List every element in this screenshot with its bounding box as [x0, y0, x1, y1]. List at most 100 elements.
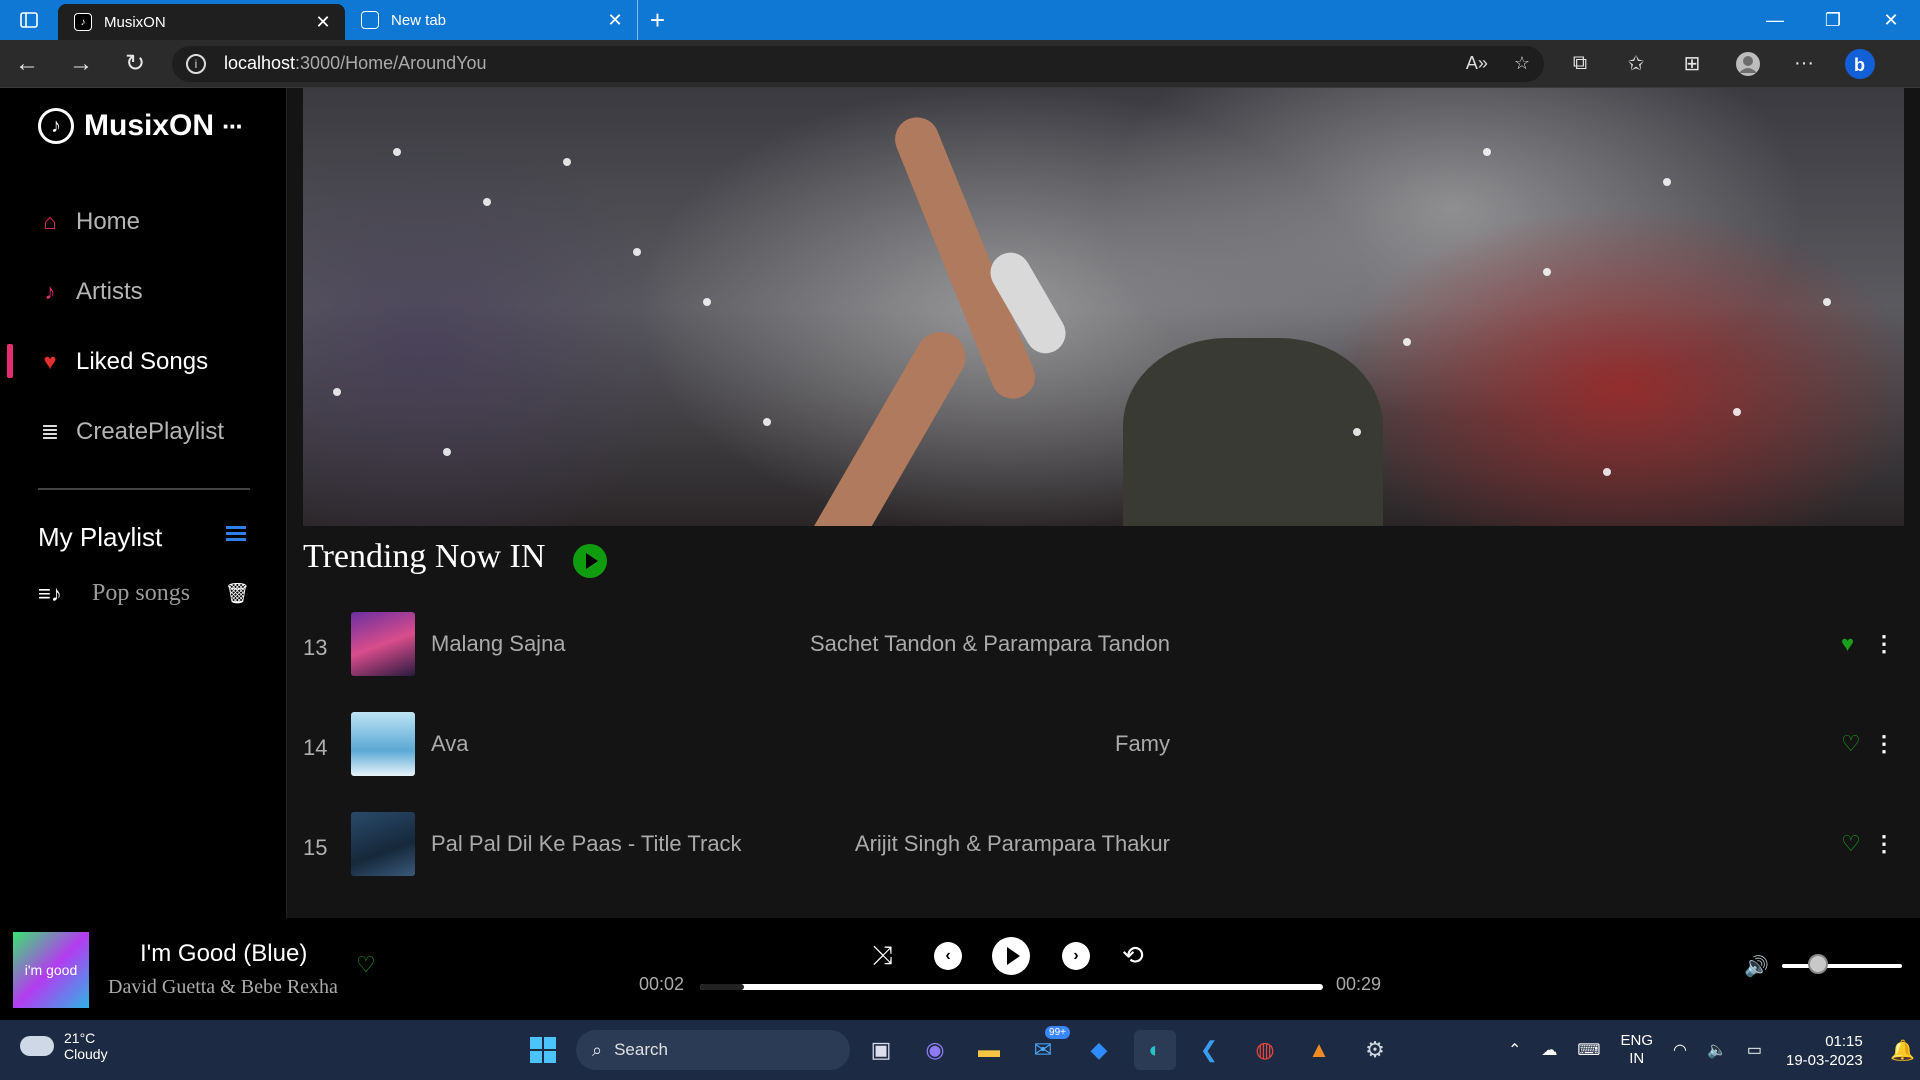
- clock-time: 01:15: [1825, 1033, 1863, 1050]
- progress-fill: [700, 984, 744, 990]
- next-icon[interactable]: ›: [1062, 942, 1090, 970]
- sidebar-divider: [38, 488, 250, 490]
- forward-icon[interactable]: →: [54, 40, 108, 88]
- lang-bottom: IN: [1629, 1050, 1645, 1067]
- song-row[interactable]: 15 Pal Pal Dil Ke Paas - Title Track Ari…: [303, 812, 1904, 876]
- brand[interactable]: ♪ MusixON ···: [38, 108, 244, 144]
- keyboard-icon[interactable]: ⌨: [1577, 1040, 1600, 1060]
- shuffle-icon[interactable]: ⤨: [872, 940, 893, 972]
- url-host: localhost: [224, 53, 296, 73]
- current-time: 00:02: [639, 974, 685, 994]
- read-aloud-icon[interactable]: A»: [1466, 53, 1488, 74]
- add-playlist-icon: ≣: [40, 419, 60, 444]
- onedrive-icon[interactable]: ☁: [1541, 1040, 1557, 1060]
- tab-actions-icon[interactable]: [0, 0, 58, 40]
- chrome-icon[interactable]: ◍: [1244, 1030, 1286, 1070]
- tab-musixon[interactable]: ♪ MusixON ✕: [58, 4, 345, 40]
- speaker-icon[interactable]: 🔈: [1707, 1040, 1727, 1060]
- song-artist: Sachet Tandon & Parampara Tandon: [809, 631, 1170, 656]
- more-vertical-icon[interactable]: ⋮: [1873, 831, 1895, 857]
- dropbox-icon[interactable]: ◆: [1078, 1030, 1120, 1070]
- teams-chat-icon[interactable]: ◉: [914, 1030, 956, 1070]
- sidebar-item-label: Artists: [76, 278, 143, 305]
- my-playlist-heading: My Playlist: [38, 522, 163, 552]
- volume-slider[interactable]: [1782, 964, 1902, 968]
- like-heart-icon[interactable]: ♡: [356, 952, 376, 978]
- favorites-icon[interactable]: ✩: [1608, 40, 1664, 88]
- song-title: Ava: [431, 731, 469, 756]
- notifications-icon[interactable]: 🔔: [1890, 1038, 1915, 1063]
- restore-icon[interactable]: ❐: [1804, 0, 1862, 40]
- more-vertical-icon[interactable]: ⋮: [1873, 631, 1895, 657]
- search-icon: ⌕: [592, 1039, 603, 1060]
- play-all-button[interactable]: [573, 544, 607, 578]
- now-playing-title: I'm Good (Blue): [140, 940, 308, 967]
- song-number: 15: [303, 835, 328, 860]
- trending-title: Trending Now IN: [303, 538, 546, 575]
- song-row[interactable]: 13 Malang Sajna Sachet Tandon & Parampar…: [303, 612, 1904, 676]
- song-cover-image: [351, 712, 415, 776]
- sidebar-item-home[interactable]: ⌂ Home: [38, 208, 140, 236]
- heart-outline-icon[interactable]: ♡: [1841, 831, 1861, 857]
- settings-gear-icon[interactable]: ⚙: [1354, 1030, 1396, 1070]
- liked-heart-icon[interactable]: ♥: [1841, 631, 1854, 657]
- site-info-icon[interactable]: i: [186, 53, 206, 74]
- system-tray: ⌃ ☁ ⌨ ENG IN ◠ 🔈 ▭: [1508, 1020, 1762, 1080]
- search-label: Search: [614, 1040, 668, 1059]
- tab-new-tab[interactable]: New tab ✕: [345, 0, 637, 40]
- taskbar-search[interactable]: ⌕ Search: [576, 1030, 850, 1070]
- url-field[interactable]: i localhost:3000/Home/AroundYou A» ☆: [172, 45, 1544, 82]
- weather-condition: Cloudy: [64, 1046, 108, 1062]
- repeat-icon[interactable]: ⟲: [1122, 940, 1144, 971]
- play-button[interactable]: [992, 937, 1030, 975]
- add-favorite-icon[interactable]: ☆: [1514, 53, 1530, 74]
- task-view-icon[interactable]: ▣: [860, 1030, 902, 1070]
- collections-icon[interactable]: ⊞: [1664, 40, 1720, 88]
- show-hidden-icons-icon[interactable]: ⌃: [1508, 1040, 1521, 1060]
- song-artist: Arijit Singh & Parampara Thakur: [854, 831, 1170, 856]
- profile-avatar[interactable]: [1720, 40, 1776, 88]
- new-tab-button[interactable]: +: [637, 0, 677, 40]
- sidebar-item-label: Home: [76, 208, 141, 235]
- minimize-icon[interactable]: —: [1746, 0, 1804, 40]
- playlist-item[interactable]: ≡♪ Pop songs 🗑: [38, 580, 250, 607]
- previous-icon[interactable]: ‹: [934, 942, 962, 970]
- mail-badge: 99+: [1045, 1026, 1070, 1039]
- volume-slider-knob[interactable]: [1808, 954, 1828, 974]
- close-tab-icon[interactable]: ✕: [605, 10, 625, 31]
- vlc-icon[interactable]: ▲: [1298, 1030, 1340, 1070]
- refresh-icon[interactable]: ↻: [108, 40, 162, 88]
- weather-widget[interactable]: 21°C Cloudy: [20, 1030, 108, 1062]
- more-options-icon[interactable]: ···: [1776, 40, 1832, 88]
- volume-icon[interactable]: 🔊: [1744, 954, 1769, 979]
- battery-icon[interactable]: ▭: [1747, 1040, 1762, 1060]
- bing-chat-icon[interactable]: b: [1832, 40, 1888, 88]
- sidebar-item-liked-songs[interactable]: ♥ Liked Songs: [38, 348, 208, 376]
- heart-outline-icon[interactable]: ♡: [1841, 731, 1861, 757]
- progress-bar[interactable]: [700, 984, 1323, 990]
- file-explorer-icon[interactable]: ▬: [968, 1030, 1010, 1070]
- tab-label: New tab: [391, 11, 447, 29]
- song-row[interactable]: 14 Ava Famy ♡ ⋮: [303, 712, 1904, 776]
- close-tab-icon[interactable]: ✕: [313, 12, 333, 33]
- wifi-icon[interactable]: ◠: [1673, 1040, 1687, 1060]
- back-icon[interactable]: ←: [0, 40, 54, 88]
- sidebar-item-artists[interactable]: ♪ Artists: [38, 278, 143, 306]
- delete-playlist-icon[interactable]: 🗑: [225, 581, 250, 606]
- extensions-icon[interactable]: ⧉: [1552, 40, 1608, 88]
- close-window-icon[interactable]: ✕: [1862, 0, 1920, 40]
- language-indicator[interactable]: ENG IN: [1621, 1032, 1654, 1068]
- more-vertical-icon[interactable]: ⋮: [1873, 731, 1895, 757]
- hero-banner-image: [303, 88, 1904, 526]
- mail-icon[interactable]: ✉ 99+: [1022, 1026, 1070, 1070]
- start-menu-icon[interactable]: [522, 1030, 564, 1070]
- brand-more-icon[interactable]: ···: [222, 111, 244, 142]
- now-playing-artist: David Guetta & Bebe Rexha: [108, 976, 338, 998]
- sidebar-item-create-playlist[interactable]: ≣ CreatePlaylist: [38, 418, 224, 446]
- edge-browser-icon[interactable]: ◐: [1134, 1030, 1176, 1070]
- vscode-icon[interactable]: ❮: [1188, 1030, 1230, 1070]
- playlist-list-icon[interactable]: [226, 526, 246, 546]
- clock[interactable]: 01:15 19-03-2023: [1786, 1032, 1863, 1070]
- song-number: 13: [303, 635, 328, 660]
- cloud-icon: [20, 1036, 54, 1056]
